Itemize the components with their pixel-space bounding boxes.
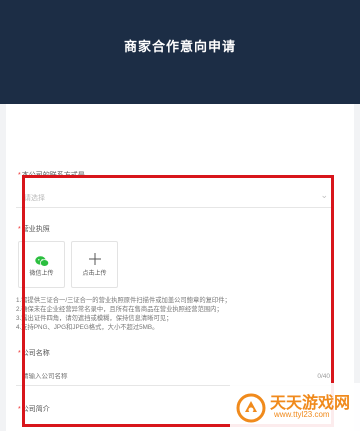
page-margin-right xyxy=(354,104,360,431)
watermark: 天天游戏网 www.ttyl23.com xyxy=(230,383,360,431)
required-mark: * xyxy=(18,172,21,179)
logo-icon xyxy=(236,393,266,423)
required-mark: * xyxy=(18,406,21,413)
page-header: 商家合作意向申请 xyxy=(0,0,360,104)
page-title: 商家合作意向申请 xyxy=(123,39,236,54)
watermark-url: www.ttyl23.com xyxy=(274,410,330,419)
required-mark: * xyxy=(18,226,21,233)
required-mark: * xyxy=(18,350,21,357)
